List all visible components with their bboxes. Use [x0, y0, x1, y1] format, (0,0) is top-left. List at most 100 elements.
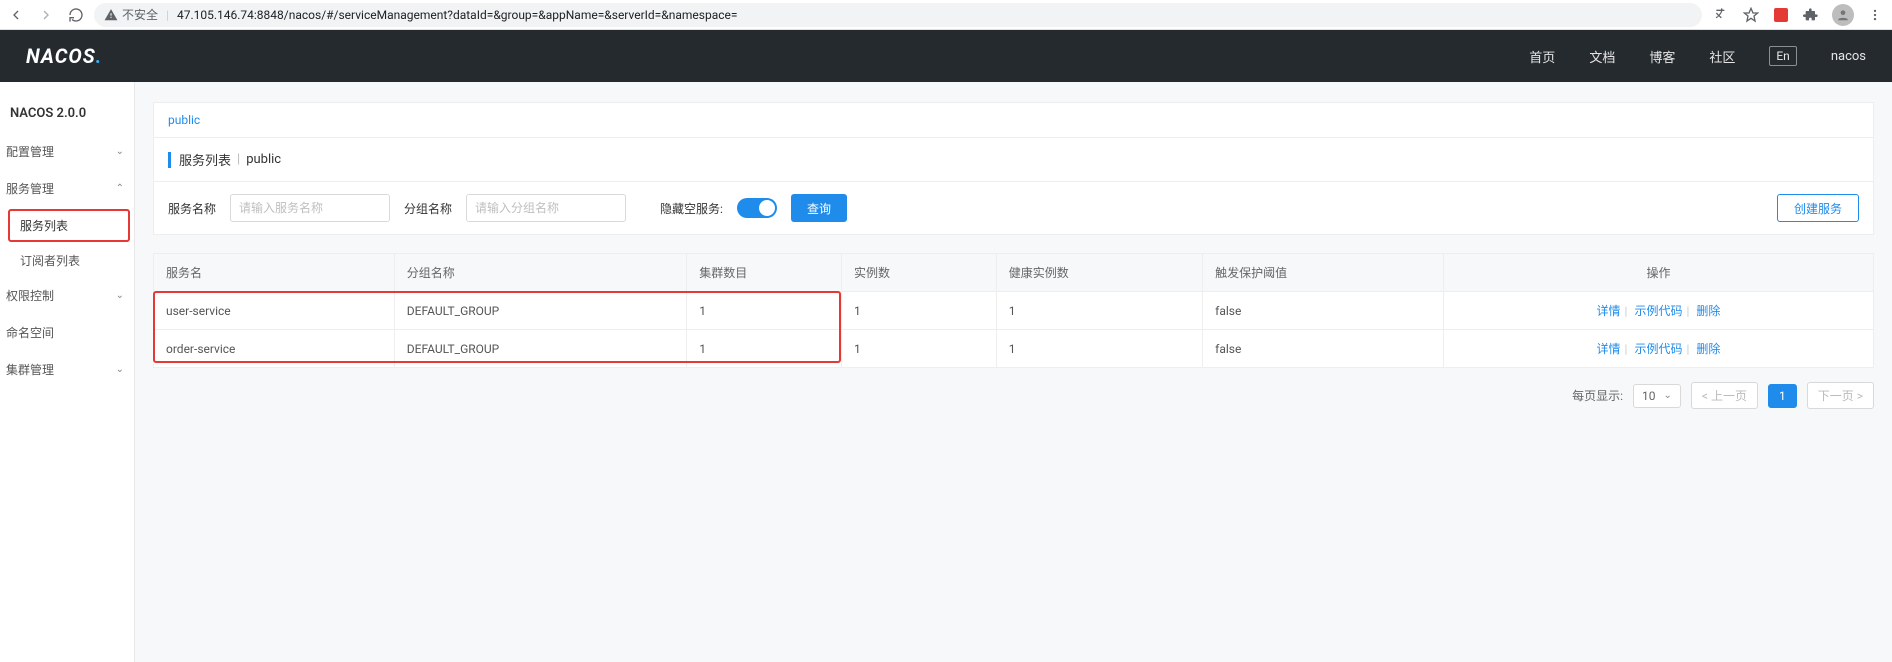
page-title-text: 服务列表	[179, 150, 231, 169]
chevron-up-icon: ⌃	[116, 183, 124, 194]
insecure-label: 不安全	[122, 6, 158, 23]
logo-dot: .	[96, 44, 103, 68]
content-area: public 服务列表 | public 服务名称 分组名称 隐藏空服务: 查询…	[135, 82, 1892, 662]
pager-page-1[interactable]: 1	[1768, 384, 1797, 408]
extension-red-icon[interactable]	[1772, 6, 1790, 24]
per-page-label: 每页显示:	[1572, 387, 1623, 404]
chrome-right	[1712, 4, 1884, 26]
op-sample[interactable]: 示例代码	[1634, 304, 1682, 318]
sidebar-item-service-list[interactable]: 服务列表	[8, 209, 130, 242]
extensions-icon[interactable]	[1802, 6, 1820, 24]
op-delete[interactable]: 删除	[1696, 304, 1720, 318]
th-clusters: 集群数目	[687, 254, 842, 292]
sidebar-label: 配置管理	[6, 143, 54, 160]
profile-avatar-icon[interactable]	[1832, 4, 1854, 26]
top-nav: 首页 文档 博客 社区 En nacos	[1529, 46, 1866, 66]
sidebar-label: 订阅者列表	[20, 254, 80, 268]
back-icon[interactable]	[8, 7, 24, 23]
op-detail[interactable]: 详情	[1597, 342, 1621, 356]
hide-empty-toggle[interactable]	[737, 198, 777, 218]
cell-healthy: 1	[996, 330, 1202, 368]
namespace-tabs: public	[153, 102, 1874, 138]
sidebar-item-namespace[interactable]: 命名空间	[0, 314, 134, 351]
group-name-input[interactable]	[466, 194, 626, 222]
sidebar-label: 服务管理	[6, 180, 54, 197]
table-container: 服务名 分组名称 集群数目 实例数 健康实例数 触发保护阈值 操作 user-s…	[153, 253, 1874, 368]
sidebar-label: 命名空间	[6, 324, 54, 341]
chevron-down-icon: ⌄	[116, 364, 124, 375]
table-row: user-service DEFAULT_GROUP 1 1 1 false 详…	[154, 292, 1874, 330]
sidebar-title: NACOS 2.0.0	[0, 88, 134, 133]
sidebar-item-cluster[interactable]: 集群管理 ⌄	[0, 351, 134, 388]
search-button[interactable]: 查询	[791, 194, 847, 222]
cell-instances: 1	[841, 330, 996, 368]
service-name-label: 服务名称	[168, 200, 216, 217]
chevron-down-icon: ⌄	[116, 290, 124, 301]
nav-blog[interactable]: 博客	[1649, 47, 1675, 66]
hide-empty-label: 隐藏空服务:	[660, 200, 723, 217]
translate-icon[interactable]	[1712, 6, 1730, 24]
browser-chrome: 不安全 | 47.105.146.74:8848/nacos/#/service…	[0, 0, 1892, 30]
lang-toggle[interactable]: En	[1769, 46, 1796, 66]
th-name: 服务名	[154, 254, 395, 292]
op-sample[interactable]: 示例代码	[1634, 342, 1682, 356]
sidebar-item-config-mgmt[interactable]: 配置管理 ⌄	[0, 133, 134, 170]
th-instances: 实例数	[841, 254, 996, 292]
sidebar-label: 服务列表	[20, 219, 68, 233]
nav-user[interactable]: nacos	[1831, 49, 1866, 64]
cell-healthy: 1	[996, 292, 1202, 330]
nav-docs[interactable]: 文档	[1589, 47, 1615, 66]
cell-clusters: 1	[687, 292, 842, 330]
sidebar-label: 集群管理	[6, 361, 54, 378]
table-header-row: 服务名 分组名称 集群数目 实例数 健康实例数 触发保护阈值 操作	[154, 254, 1874, 292]
pager-prev[interactable]: < 上一页	[1691, 382, 1758, 409]
create-service-button[interactable]: 创建服务	[1777, 194, 1859, 222]
nav-community[interactable]: 社区	[1709, 47, 1735, 66]
pagination: 每页显示: 10 ⌄ < 上一页 1 下一页 >	[153, 382, 1874, 409]
th-ops: 操作	[1443, 254, 1873, 292]
service-name-input[interactable]	[230, 194, 390, 222]
cell-ops: 详情| 示例代码| 删除	[1443, 330, 1873, 368]
per-page-value: 10	[1642, 389, 1656, 403]
insecure-badge: 不安全	[104, 6, 158, 23]
sidebar: NACOS 2.0.0 配置管理 ⌄ 服务管理 ⌃ 服务列表 订阅者列表 权限控…	[0, 82, 135, 662]
cell-group: DEFAULT_GROUP	[394, 292, 686, 330]
app-topbar: NACOS. 首页 文档 博客 社区 En nacos	[0, 30, 1892, 82]
cell-threshold: false	[1203, 292, 1444, 330]
filter-row: 服务名称 分组名称 隐藏空服务: 查询 创建服务	[153, 182, 1874, 235]
cell-name: user-service	[154, 292, 395, 330]
forward-icon[interactable]	[38, 7, 54, 23]
cell-name: order-service	[154, 330, 395, 368]
title-accent-bar	[168, 152, 171, 168]
cell-instances: 1	[841, 292, 996, 330]
sidebar-label: 权限控制	[6, 287, 54, 304]
th-group: 分组名称	[394, 254, 686, 292]
sidebar-item-subscriber-list[interactable]: 订阅者列表	[0, 244, 134, 277]
th-threshold: 触发保护阈值	[1203, 254, 1444, 292]
namespace-tab-public[interactable]: public	[168, 113, 200, 127]
chevron-down-icon: ⌄	[116, 146, 124, 157]
th-healthy: 健康实例数	[996, 254, 1202, 292]
logo: NACOS.	[26, 44, 102, 68]
reload-icon[interactable]	[68, 7, 84, 23]
sidebar-item-auth[interactable]: 权限控制 ⌄	[0, 277, 134, 314]
op-detail[interactable]: 详情	[1597, 304, 1621, 318]
services-table: 服务名 分组名称 集群数目 实例数 健康实例数 触发保护阈值 操作 user-s…	[153, 253, 1874, 368]
nav-home[interactable]: 首页	[1529, 47, 1555, 66]
pager-next[interactable]: 下一页 >	[1807, 382, 1874, 409]
table-row: order-service DEFAULT_GROUP 1 1 1 false …	[154, 330, 1874, 368]
url-text: 47.105.146.74:8848/nacos/#/serviceManage…	[177, 8, 738, 22]
cell-ops: 详情| 示例代码| 删除	[1443, 292, 1873, 330]
kebab-icon[interactable]	[1866, 6, 1884, 24]
address-bar[interactable]: 不安全 | 47.105.146.74:8848/nacos/#/service…	[94, 3, 1702, 27]
op-delete[interactable]: 删除	[1696, 342, 1720, 356]
per-page-select[interactable]: 10 ⌄	[1633, 384, 1681, 408]
sidebar-item-service-mgmt[interactable]: 服务管理 ⌃	[0, 170, 134, 207]
cell-clusters: 1	[687, 330, 842, 368]
browser-nav	[8, 7, 84, 23]
star-icon[interactable]	[1742, 6, 1760, 24]
page-title-ns: public	[246, 152, 281, 167]
title-separator: |	[237, 152, 240, 167]
group-name-label: 分组名称	[404, 200, 452, 217]
page-title: 服务列表 | public	[153, 138, 1874, 182]
